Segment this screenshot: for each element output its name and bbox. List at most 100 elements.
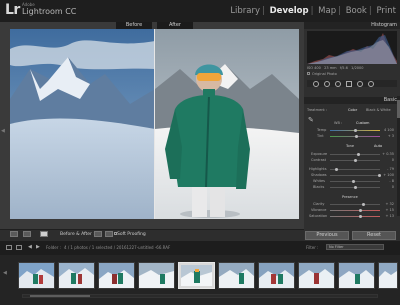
module-book[interactable]: Book [345,6,368,16]
crop-tool-icon[interactable] [313,81,319,87]
tint-value[interactable]: + 3 [388,134,394,138]
treatment-label: Treatment : [307,108,328,112]
histogram-header[interactable]: Histogram [304,22,400,29]
vibrance-slider-track[interactable] [330,210,380,211]
saturation-value[interactable]: + 13 [386,214,395,218]
radial-filter-icon[interactable] [357,81,363,87]
spot-removal-icon[interactable] [324,81,330,87]
contrast-slider-knob[interactable] [354,159,357,162]
highlights-slider-knob[interactable] [335,168,338,171]
second-window-icon[interactable] [6,245,12,250]
exposure-slider-track[interactable] [330,154,380,155]
clarity-value[interactable]: + 32 [386,202,395,206]
saturation-slider-track[interactable] [330,216,380,217]
contrast-value[interactable]: 0 [392,158,394,162]
after-label: After [157,22,193,29]
copy-settings-icon[interactable] [105,231,113,237]
filmstrip-thumbnail[interactable] [98,262,135,289]
filmstrip-thumbnail[interactable] [298,262,335,289]
graduated-filter-icon[interactable] [346,81,352,87]
wb-label: WB : [334,121,343,125]
loupe-view-icon[interactable] [10,231,18,237]
grid-view-icon[interactable] [23,231,31,237]
filmstrip-thumbnail[interactable] [258,262,295,289]
filmstrip-thumbnail[interactable] [338,262,375,289]
tint-slider-knob[interactable] [355,135,358,138]
before-after-view-icon[interactable] [40,231,48,237]
vibrance-label: Vibrance [311,208,327,212]
grid-icon[interactable] [16,245,22,250]
highlights-label: Highlights [309,167,327,171]
previous-button[interactable]: Previous [305,231,349,240]
treatment-color-option[interactable]: Color [348,108,357,112]
tone-auto-button[interactable]: Auto [374,144,382,148]
white-balance-picker-icon[interactable]: ✎ [308,116,314,124]
shadows-slider-knob[interactable] [378,174,381,177]
presence-label: Presence [342,195,358,199]
app-name: Lightroom CC [22,7,77,16]
before-after-mode-label: Before & After : [60,232,95,237]
reset-button[interactable]: Reset [352,231,396,240]
clarity-label: Clarity [313,202,325,206]
vibrance-slider-knob[interactable] [359,209,362,212]
lightroom-logo: Lr [5,2,20,18]
original-photo-checkbox[interactable] [307,72,310,75]
filmstrip-thumbnail[interactable] [218,262,255,289]
module-print[interactable]: Print [375,6,397,16]
basic-header[interactable]: Basic [304,97,400,104]
module-picker: Library | Develop | Map | Book | Print [229,6,397,16]
shadows-slider-track[interactable] [330,175,380,176]
filmstrip-scroll-thumb[interactable] [30,295,90,297]
filmstrip-thumbnail[interactable] [58,262,95,289]
filmstrip-path[interactable]: 4 / 1 photos / 1 selected / 20161227-unt… [64,245,170,250]
clarity-slider-track[interactable] [330,204,380,205]
saturation-label: Saturation [309,214,328,218]
whites-slider-track[interactable] [330,181,380,182]
swap-before-after-icon[interactable] [94,231,102,237]
temp-slider-knob[interactable] [354,129,357,132]
clarity-slider-knob[interactable] [362,203,365,206]
soft-proofing-label: Soft Proofing [117,232,146,237]
blacks-slider-knob[interactable] [354,186,357,189]
red-eye-icon[interactable] [335,81,341,87]
back-arrow-icon[interactable]: ◀ [28,244,32,250]
module-develop[interactable]: Develop [269,6,310,16]
temp-label: Temp [317,128,327,132]
blacks-label: Blacks [313,185,325,189]
shadows-label: Shadows [311,173,327,177]
treatment-bw-option[interactable]: Black & White [366,108,391,112]
brush-tool-icon[interactable] [368,81,374,87]
whites-slider-knob[interactable] [352,180,355,183]
filmstrip-thumbnail[interactable] [18,262,55,289]
filmstrip-thumbnail-selected[interactable] [178,262,215,289]
filmstrip-thumbnail[interactable] [138,262,175,289]
saturation-slider-knob[interactable] [359,215,362,218]
whites-value[interactable]: - 8 [389,179,394,183]
whites-label: Whites [313,179,326,183]
highlights-value[interactable]: - 79 [387,167,394,171]
forward-arrow-icon[interactable]: ▶ [36,244,40,250]
before-after-divider[interactable] [154,29,155,219]
filter-select[interactable]: No Filter [326,244,384,250]
module-library[interactable]: Library [229,6,261,16]
exposure-label: Exposure [311,152,328,156]
wb-select[interactable]: Custom [356,121,369,125]
filter-label: Filter : [306,245,319,250]
module-map[interactable]: Map [317,6,337,16]
blacks-value[interactable]: 0 [392,185,394,189]
folder-label: Folder : [46,245,61,250]
right-panel: Histogram ISO 400 23 mm f/5.6 1/2000 Ori… [304,22,400,241]
shadows-value[interactable]: + 100 [383,173,394,177]
filmstrip-thumbnail[interactable] [378,262,398,289]
exposure-value[interactable]: + 0.35 [382,152,394,156]
vibrance-value[interactable]: + 15 [386,208,395,212]
contrast-label: Contrast [311,158,326,162]
tint-label: Tint [317,134,324,138]
tone-label: Tone [346,144,355,148]
exposure-slider-knob[interactable] [357,153,360,156]
left-panel-toggle-icon[interactable]: ◀ [1,128,5,134]
temp-value[interactable]: 4 100 [384,128,394,132]
original-photo-label: Original Photo [312,72,337,76]
histogram [307,31,397,64]
filmstrip-left-arrow-icon[interactable]: ◀ [3,270,7,276]
